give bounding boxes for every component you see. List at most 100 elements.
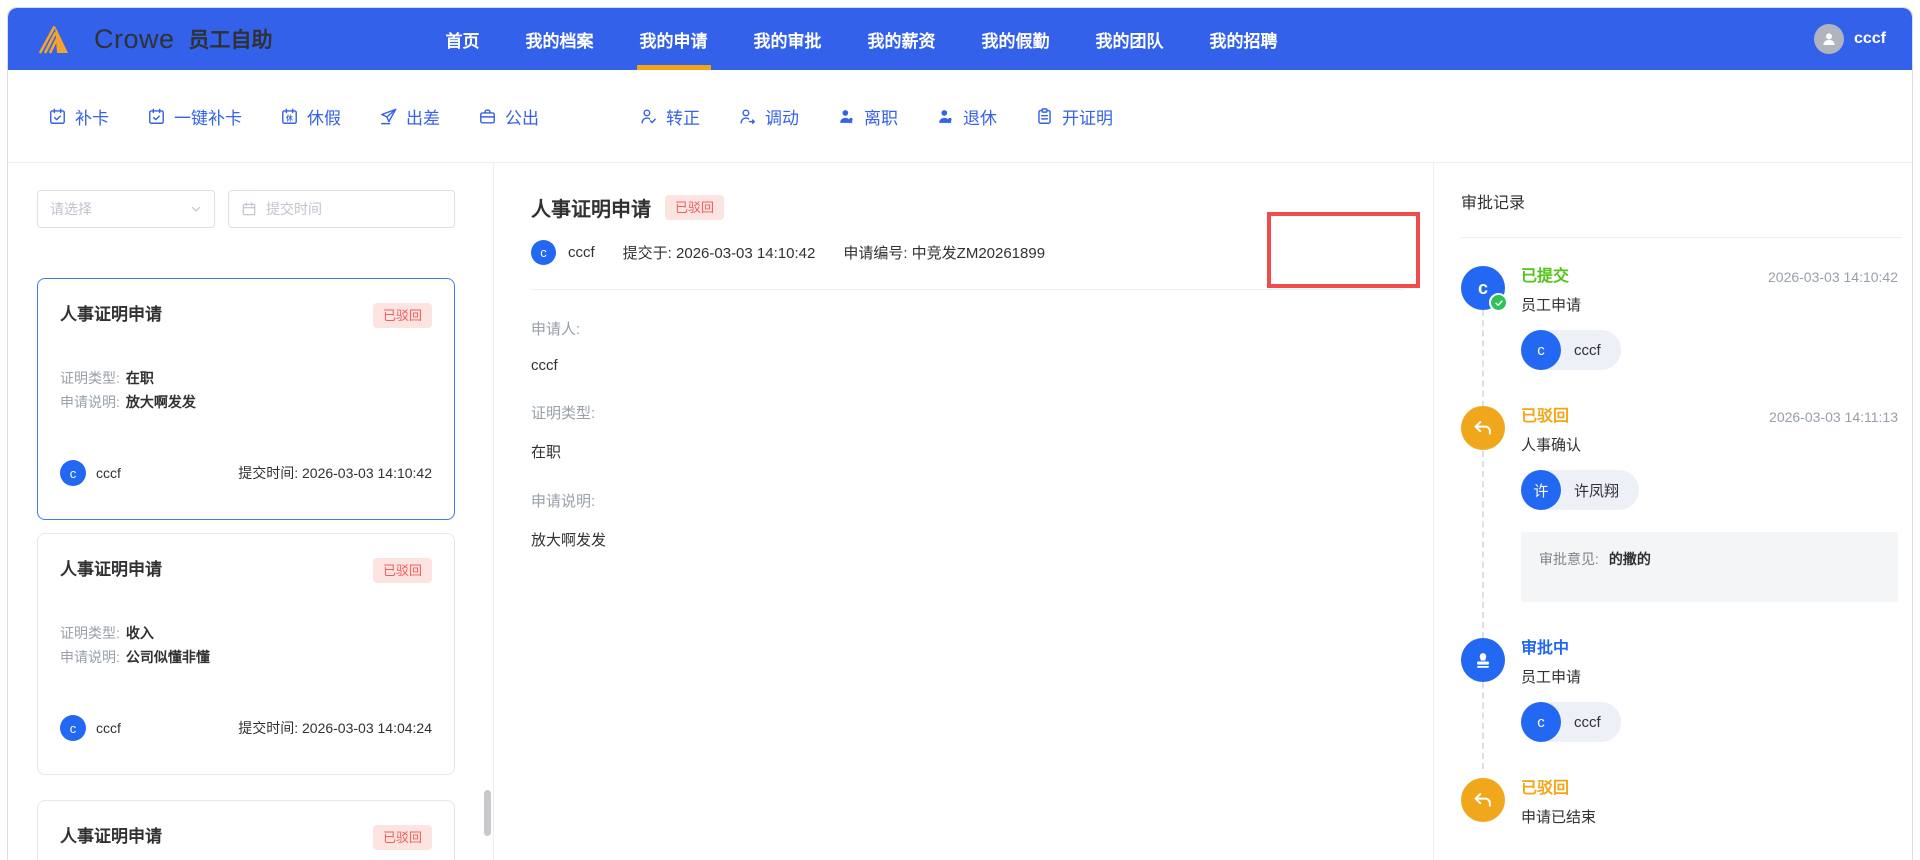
step-role: 人事确认 xyxy=(1521,437,1582,454)
application-card[interactable]: 人事证明申请 已驳回 证明类型: 收入 申请说明: 公司似懂非懂 c cccf 提交… xyxy=(37,533,455,775)
action-punch-fix[interactable]: 补卡 xyxy=(48,104,109,129)
action-leave[interactable]: 休 休假 xyxy=(280,104,341,129)
nav-item-my-records[interactable]: 我的档案 xyxy=(503,8,617,70)
application-list-panel: 请选择 人事证明申请 已驳回 xyxy=(8,163,494,860)
card-title: 人事证明申请 xyxy=(60,305,162,324)
approval-record-title: 审批记录 xyxy=(1461,195,1526,212)
avatar: c xyxy=(60,715,86,741)
calendar-check-icon xyxy=(147,107,166,126)
approval-divider xyxy=(1461,237,1902,238)
user-solid-icon xyxy=(837,107,856,126)
user-menu[interactable]: cccf xyxy=(1813,24,1886,54)
list-scrollbar[interactable] xyxy=(484,790,491,836)
user-solid-icon xyxy=(936,107,955,126)
step-role: 申请已结束 xyxy=(1521,809,1597,826)
brand-logo: Crowe 员工自助 xyxy=(34,19,273,59)
avatar: 许 xyxy=(1521,470,1561,510)
check-badge-icon xyxy=(1489,293,1508,312)
step-status: 已驳回 xyxy=(1521,408,1570,425)
submit-time-input[interactable] xyxy=(266,201,442,217)
card-title: 人事证明申请 xyxy=(60,827,162,846)
avatar: c xyxy=(60,460,86,486)
application-card[interactable]: 人事证明申请 已驳回 证明类型: 在职 申请说明: 放大啊发发 c cccf 提交时… xyxy=(37,278,455,520)
step-avatar-node: c xyxy=(1461,266,1508,312)
field-value: cccf xyxy=(531,357,558,374)
status-badge: 已驳回 xyxy=(372,825,432,850)
step-status: 已提交 xyxy=(1521,268,1570,285)
user-name: cccf xyxy=(1853,30,1886,47)
step-time: 2026-03-03 14:11:13 xyxy=(1769,409,1898,425)
person-pill: c cccf xyxy=(1521,330,1621,370)
step-status: 已驳回 xyxy=(1521,780,1570,797)
crowe-triangle-logo-icon xyxy=(34,19,74,59)
detail-divider xyxy=(531,289,1403,290)
nav-item-my-salary[interactable]: 我的薪资 xyxy=(845,8,959,70)
content-area: 请选择 人事证明申请 已驳回 xyxy=(8,163,1912,860)
avatar: c xyxy=(531,240,556,265)
detail-title: 人事证明申请 xyxy=(531,199,651,221)
action-public-outing[interactable]: 公出 xyxy=(478,104,539,129)
user-swap-icon xyxy=(738,107,757,126)
action-oneclick-punch-fix[interactable]: 一键补卡 xyxy=(147,104,242,129)
field-label: 证明类型: xyxy=(531,405,596,422)
field-value: 在职 xyxy=(531,444,562,461)
person-pill: c cccf xyxy=(1521,702,1621,742)
svg-text:休: 休 xyxy=(285,113,293,122)
approval-comment: 审批意见: 的撒的 xyxy=(1521,532,1898,602)
action-retirement[interactable]: 退休 xyxy=(936,104,997,129)
calendar-check-icon xyxy=(48,107,67,126)
chevron-down-icon xyxy=(190,203,202,215)
undo-icon xyxy=(1461,406,1505,450)
card-title: 人事证明申请 xyxy=(60,560,162,579)
clipboard-icon xyxy=(1035,107,1054,126)
undo-icon xyxy=(1461,778,1505,822)
step-role: 员工申请 xyxy=(1521,297,1582,314)
quick-actions-toolbar: 补卡 一键补卡 休 休假 出差 公出 转正 调动 离职 退休 开证明 xyxy=(8,70,1912,163)
detail-status-badge: 已驳回 xyxy=(665,195,725,220)
action-regularization[interactable]: 转正 xyxy=(639,104,700,129)
paper-plane-icon xyxy=(379,107,398,126)
nav-item-my-attendance[interactable]: 我的假勤 xyxy=(959,8,1073,70)
nav-item-my-applications[interactable]: 我的申请 xyxy=(617,8,731,70)
field-label: 申请人: xyxy=(531,321,581,338)
calendar-rest-icon: 休 xyxy=(280,107,299,126)
briefcase-icon xyxy=(478,107,497,126)
app-window: Crowe 员工自助 首页 我的档案 我的申请 我的审批 我的薪资 我的假勤 我… xyxy=(7,7,1913,860)
approval-timeline: c 已提交 2026-03-03 14:10:42 员工申请 c cccf 已驳… xyxy=(1461,266,1902,827)
approval-step-submitted: c 已提交 2026-03-03 14:10:42 员工申请 c cccf xyxy=(1461,266,1902,370)
step-time: 2026-03-03 14:10:42 xyxy=(1768,269,1898,285)
field-value: 放大啊发发 xyxy=(531,532,607,549)
nav-item-home[interactable]: 首页 xyxy=(423,8,503,70)
submit-time-field[interactable] xyxy=(228,190,455,228)
person-pill: 许 许凤翔 xyxy=(1521,470,1640,510)
avatar: c xyxy=(1521,330,1561,370)
user-check-icon xyxy=(639,107,658,126)
nav-item-my-team[interactable]: 我的团队 xyxy=(1073,8,1187,70)
nav-item-my-recruiting[interactable]: 我的招聘 xyxy=(1187,8,1301,70)
avatar: c xyxy=(1521,702,1561,742)
status-badge: 已驳回 xyxy=(372,558,432,583)
field-label: 申请说明: xyxy=(531,493,596,510)
nav-item-my-approvals[interactable]: 我的审批 xyxy=(731,8,845,70)
type-select[interactable]: 请选择 xyxy=(37,190,215,228)
stamp-icon xyxy=(1461,638,1505,682)
action-resignation[interactable]: 离职 xyxy=(837,104,898,129)
action-open-certificate[interactable]: 开证明 xyxy=(1035,104,1113,129)
main-nav: 首页 我的档案 我的申请 我的审批 我的薪资 我的假勤 我的团队 我的招聘 xyxy=(423,8,1301,70)
top-header: Crowe 员工自助 首页 我的档案 我的申请 我的审批 我的薪资 我的假勤 我… xyxy=(8,8,1912,70)
user-avatar-icon xyxy=(1813,24,1844,54)
application-card[interactable]: 人事证明申请 已驳回 xyxy=(37,800,455,860)
action-business-trip[interactable]: 出差 xyxy=(379,104,440,129)
list-filters: 请选择 xyxy=(37,190,455,228)
product-name: 员工自助 xyxy=(188,29,273,52)
status-badge: 已驳回 xyxy=(372,303,432,328)
step-role: 员工申请 xyxy=(1521,669,1582,686)
calendar-icon xyxy=(241,201,257,217)
approval-step-ended: 已驳回 申请已结束 xyxy=(1461,778,1902,827)
approval-step-rejected: 已驳回 2026-03-03 14:11:13 人事确认 许 许凤翔 审批意见:… xyxy=(1461,406,1902,602)
approval-record-panel: 审批记录 c 已提交 2026-03-03 14:10:42 员工申请 c cc… xyxy=(1434,163,1912,860)
step-status: 审批中 xyxy=(1521,640,1570,657)
brand-name: Crowe xyxy=(94,23,175,54)
action-transfer[interactable]: 调动 xyxy=(738,104,799,129)
approval-step-in-progress: 审批中 员工申请 c cccf xyxy=(1461,638,1902,742)
